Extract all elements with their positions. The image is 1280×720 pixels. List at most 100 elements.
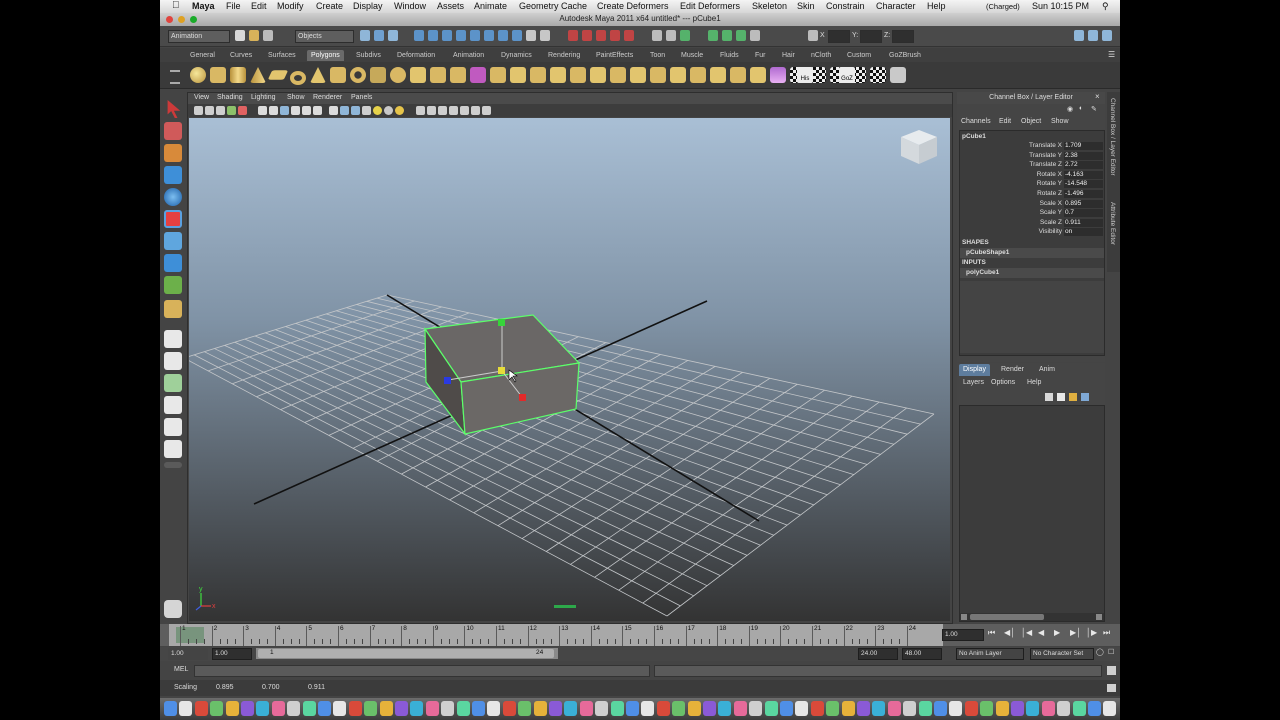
help-line-options-icon[interactable]: [1107, 684, 1116, 692]
channel-box-edit-icon[interactable]: ✎: [1091, 105, 1097, 113]
scale-y-handle[interactable]: [498, 319, 505, 326]
menu-edit-deformers[interactable]: Edit Deformers: [680, 1, 740, 11]
dock-app-icon[interactable]: [733, 701, 747, 716]
dock-app-icon[interactable]: [502, 701, 516, 716]
dock-app-icon[interactable]: [1057, 701, 1071, 716]
tab-polygons[interactable]: Polygons: [307, 50, 344, 61]
dock-app-icon[interactable]: [456, 701, 470, 716]
dock-app-icon[interactable]: [980, 701, 994, 716]
dock-app-icon[interactable]: [795, 701, 809, 716]
grease-pencil-icon[interactable]: [238, 106, 247, 115]
poly-cone-icon[interactable]: [250, 67, 266, 83]
snap-view-plane-icon[interactable]: [610, 30, 620, 41]
panel-menu-shading[interactable]: Shading: [217, 94, 243, 101]
dock-app-icon[interactable]: [826, 701, 840, 716]
camera-attributes-icon[interactable]: [205, 106, 214, 115]
poly-wedge-icon[interactable]: [710, 67, 726, 83]
panel-menu-show[interactable]: Show: [287, 94, 305, 101]
isolate-select-icon[interactable]: [427, 106, 436, 115]
play-backwards-icon[interactable]: ◀: [1038, 628, 1044, 637]
tab-surfaces[interactable]: Surfaces: [268, 50, 296, 61]
dock-app-icon[interactable]: [595, 701, 609, 716]
dock-app-icon[interactable]: [410, 701, 424, 716]
mel-label[interactable]: MEL: [174, 666, 188, 673]
menu-create[interactable]: Create: [316, 1, 343, 11]
zoom-window-icon[interactable]: [190, 16, 197, 23]
xray-icon[interactable]: [416, 106, 425, 115]
wireframe-on-shaded-icon[interactable]: [351, 106, 360, 115]
play-forwards-icon[interactable]: ▶: [1054, 628, 1060, 637]
pick-mask-misc-icon[interactable]: [512, 30, 522, 41]
channel-label[interactable]: Translate X: [1029, 142, 1062, 149]
channel-value-field[interactable]: -1.496: [1064, 190, 1103, 198]
object-name[interactable]: pCube1: [962, 133, 986, 140]
menu-app[interactable]: Maya: [192, 1, 215, 11]
dock-app-icon[interactable]: [1041, 701, 1055, 716]
layout-persp-graph-icon[interactable]: [164, 396, 182, 414]
dock-app-icon[interactable]: [1072, 701, 1086, 716]
channel-label[interactable]: Visibility: [1039, 228, 1062, 235]
layout-graph-editor-icon[interactable]: [164, 440, 182, 458]
close-window-icon[interactable]: [166, 16, 173, 23]
dock-app-icon[interactable]: [964, 701, 978, 716]
dock-app-icon[interactable]: [749, 701, 763, 716]
select-tool-icon[interactable]: [167, 100, 181, 118]
clock[interactable]: Sun 10:15 PM: [1032, 1, 1089, 11]
tab-animation[interactable]: Animation: [453, 50, 484, 61]
panel-menu-renderer[interactable]: Renderer: [313, 94, 342, 101]
z-field[interactable]: [892, 30, 914, 43]
toggle-tool-settings-icon[interactable]: [1088, 30, 1098, 41]
pick-mask-deformations-icon[interactable]: [470, 30, 480, 41]
lasso-tool-icon[interactable]: [164, 122, 182, 140]
dock-app-icon[interactable]: [934, 701, 947, 716]
dock-app-icon[interactable]: [626, 701, 639, 716]
side-tab-channel-box[interactable]: Channel Box / Layer Editor: [1109, 98, 1116, 176]
tab-general[interactable]: General: [190, 50, 215, 61]
dock-app-icon[interactable]: [518, 701, 532, 716]
layer-list-scrollbar[interactable]: [960, 613, 1104, 621]
dock-app-icon[interactable]: [703, 701, 716, 716]
character-set-dropdown[interactable]: No Character Set: [1030, 648, 1094, 660]
menu-geometry-cache[interactable]: Geometry Cache: [519, 1, 587, 11]
dock-app-icon[interactable]: [487, 701, 501, 716]
step-back-frame-icon[interactable]: ◀│: [1004, 628, 1015, 637]
poly-mirror-icon[interactable]: [490, 67, 506, 83]
dock-app-icon[interactable]: [995, 701, 1009, 716]
dock-app-icon[interactable]: [549, 701, 562, 716]
delete-history-button[interactable]: His: [797, 67, 813, 83]
select-hierarchy-icon[interactable]: [360, 30, 370, 41]
poly-extrude-icon[interactable]: [510, 67, 526, 83]
playback-end-field[interactable]: 24.00: [858, 648, 898, 660]
use-all-lights-icon[interactable]: [373, 106, 382, 115]
tab-deformation[interactable]: Deformation: [397, 50, 435, 61]
poly-cylinder-icon[interactable]: [230, 67, 246, 83]
menu-file[interactable]: File: [226, 1, 241, 11]
new-layer-icon[interactable]: [1057, 393, 1065, 401]
channel-label[interactable]: Scale Y: [1040, 209, 1062, 216]
menu-skin[interactable]: Skin: [797, 1, 815, 11]
poly-collapse-icon[interactable]: [670, 67, 686, 83]
pick-mask-highlight-icon[interactable]: [540, 30, 550, 41]
scale-tool-icon[interactable]: [164, 210, 182, 228]
dock-app-icon[interactable]: [579, 701, 593, 716]
paint-select-tool-icon[interactable]: [164, 144, 182, 162]
step-forward-key-icon[interactable]: ▶│: [1070, 628, 1081, 637]
poly-helix-icon[interactable]: [370, 67, 386, 83]
channel-label[interactable]: Scale X: [1040, 200, 1062, 207]
poly-bridge-icon[interactable]: [530, 67, 546, 83]
toolbox-more-icon[interactable]: [164, 462, 182, 468]
input-line-mode-icon[interactable]: [808, 30, 818, 41]
textured-icon[interactable]: [362, 106, 371, 115]
pick-mask-handles-icon[interactable]: [414, 30, 424, 41]
layout-single-perspective-icon[interactable]: [164, 330, 182, 348]
select-camera-icon[interactable]: [194, 106, 203, 115]
dock-app-icon[interactable]: [179, 701, 193, 716]
dock-app-icon[interactable]: [564, 701, 578, 716]
output-history-icon[interactable]: [666, 30, 676, 41]
pick-mask-lock-icon[interactable]: [526, 30, 536, 41]
move-layer-up-icon[interactable]: [1045, 393, 1053, 401]
poly-sculpt-icon[interactable]: [770, 67, 786, 83]
new-layer-selected-icon[interactable]: [1069, 393, 1077, 401]
dock-app-icon[interactable]: [949, 701, 963, 716]
poly-cut-faces-icon[interactable]: [690, 67, 706, 83]
